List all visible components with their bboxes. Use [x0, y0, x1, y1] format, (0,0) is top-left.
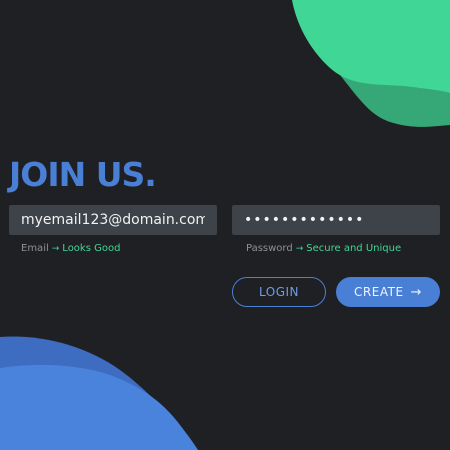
email-status: Looks Good: [62, 243, 121, 254]
password-status: Secure and Unique: [306, 243, 402, 254]
email-hint: Email → Looks Good: [21, 242, 120, 256]
create-button-label: CREATE: [354, 285, 404, 299]
page-title: JOIN US.: [9, 155, 157, 194]
login-button[interactable]: LOGIN: [232, 277, 326, 307]
blue-blob-main: [0, 364, 198, 450]
email-input[interactable]: [9, 205, 217, 235]
password-hint-arrow-icon: →: [295, 244, 304, 254]
password-input[interactable]: [232, 205, 440, 235]
signup-screen: JOIN US. Email→Looks Good Password→Secur…: [0, 0, 450, 450]
arrow-right-icon: →: [410, 284, 422, 300]
password-label: Password: [246, 243, 293, 254]
login-button-label: LOGIN: [258, 285, 300, 299]
create-button[interactable]: CREATE →: [336, 277, 440, 307]
email-label: Email: [21, 243, 49, 254]
password-hint: Password → Secure and Unique: [246, 242, 401, 256]
email-hint-arrow-icon: →: [51, 244, 60, 254]
